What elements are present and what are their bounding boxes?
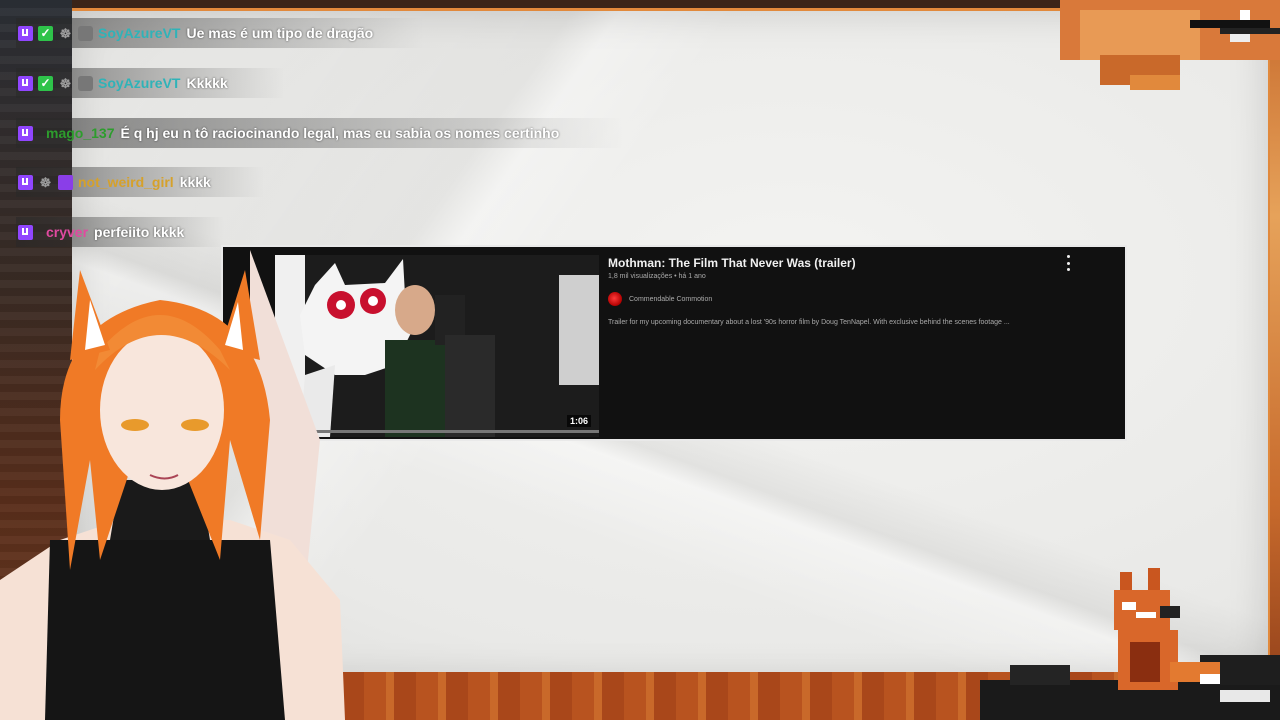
video-progress-track <box>305 430 599 433</box>
check-icon: ✓ <box>38 25 53 41</box>
chat-text: Kkkkk <box>186 75 228 91</box>
chat-message: ✓ ☸ SoyAzureVT Ue mas é um tipo de dragã… <box>16 18 424 48</box>
check-icon: ✓ <box>38 75 53 91</box>
mask-icon <box>78 25 93 41</box>
channel-avatar[interactable] <box>608 292 622 306</box>
twitch-icon <box>18 174 33 190</box>
twitch-icon <box>18 125 33 141</box>
chat-message: mago_137 É q hj eu n tô raciocinando leg… <box>16 118 624 148</box>
paw-icon: ☸ <box>59 75 72 91</box>
chat-message: ☸ not_weird_girl kkkk <box>16 167 264 197</box>
chat-text: kkkk <box>179 174 211 190</box>
video-result-card[interactable]: 1:06 Mothman: The Film That Never Was (t… <box>221 245 1127 441</box>
video-meta: 1,8 mil visualizações • há 1 ano <box>608 273 706 280</box>
chat-text: Ue mas é um tipo de dragão <box>186 25 374 41</box>
paw-icon: ☸ <box>39 174 52 190</box>
pixel-fox-decoration <box>1114 568 1220 690</box>
chat-text: É q hj eu n tô raciocinando legal, mas e… <box>120 125 560 141</box>
mask-icon <box>78 75 93 91</box>
paw-icon: ☸ <box>59 25 72 41</box>
channel-name[interactable]: Commendable Commotion <box>629 296 712 303</box>
video-description: Trailer for my upcoming documentary abou… <box>608 319 1010 326</box>
chat-message: ✓ ☸ SoyAzureVT Kkkkk <box>16 68 284 98</box>
chat-username[interactable]: SoyAzureVT <box>98 75 180 91</box>
twitch-icon <box>18 75 33 91</box>
vtuber-avatar <box>0 250 345 720</box>
chat-username[interactable]: mago_137 <box>46 125 114 141</box>
chat-username[interactable]: cryver <box>46 224 88 240</box>
purple-icon <box>58 174 73 190</box>
chat-username[interactable]: SoyAzureVT <box>98 25 180 41</box>
more-vert-icon[interactable] <box>1065 255 1071 271</box>
chat-text: perfeiito kkkk <box>94 224 185 240</box>
twitch-icon <box>18 25 33 41</box>
chat-username[interactable]: not_weird_girl <box>78 174 174 190</box>
twitch-icon <box>18 224 33 240</box>
pixel-tree-decoration <box>1060 0 1280 90</box>
video-duration: 1:06 <box>566 415 591 427</box>
video-title[interactable]: Mothman: The Film That Never Was (traile… <box>608 256 856 270</box>
